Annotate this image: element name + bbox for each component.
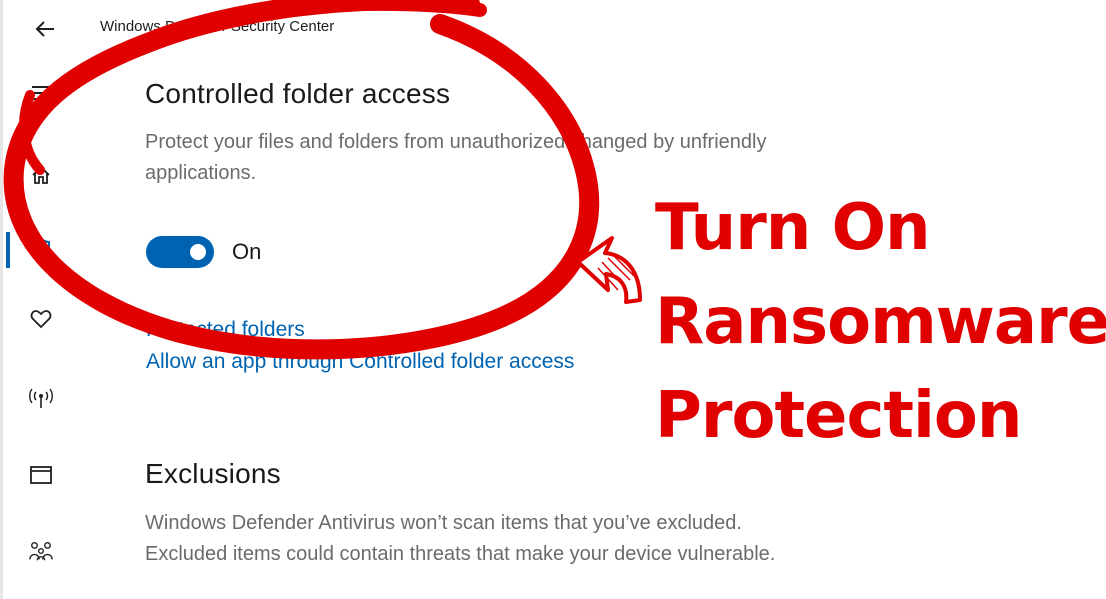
- toggle-knob: [190, 244, 206, 260]
- cfa-toggle-state: On: [232, 239, 262, 264]
- promo-line2: Ransomware: [655, 285, 1106, 359]
- home-icon[interactable]: [28, 162, 54, 188]
- active-nav-indicator: [6, 232, 10, 268]
- exclusions-description-line2: Excluded items could contain threats tha…: [145, 543, 776, 565]
- family-icon[interactable]: [28, 538, 54, 564]
- red-circle-annotation: [3, 0, 600, 360]
- red-arrow-icon: [576, 236, 642, 304]
- protected-folders-link[interactable]: Protected folders: [146, 318, 305, 342]
- allow-app-link[interactable]: Allow an app through Controlled folder a…: [146, 350, 574, 374]
- heart-icon[interactable]: [28, 306, 54, 332]
- network-antenna-icon[interactable]: [28, 386, 54, 412]
- exclusions-description-line1: Windows Defender Antivirus won’t scan it…: [145, 512, 742, 534]
- cfa-heading: Controlled folder access: [145, 78, 451, 109]
- promo-line3: Protection: [655, 379, 1022, 453]
- exclusions-heading: Exclusions: [145, 458, 281, 489]
- promo-line1: Turn On: [655, 191, 931, 265]
- hamburger-menu-icon[interactable]: [28, 80, 54, 106]
- nav-rail: [0, 0, 90, 599]
- window-title: Windows Defender Security Center: [100, 18, 335, 35]
- screen: Windows Defender Security Center Control…: [0, 0, 1106, 599]
- app-browser-icon[interactable]: [28, 462, 54, 488]
- cfa-toggle-switch[interactable]: [146, 236, 214, 268]
- shield-icon[interactable]: [28, 236, 54, 262]
- back-arrow-icon[interactable]: [32, 16, 58, 42]
- cfa-description-line2: applications.: [145, 162, 257, 184]
- cfa-description-line1: Protect your files and folders from unau…: [145, 131, 767, 153]
